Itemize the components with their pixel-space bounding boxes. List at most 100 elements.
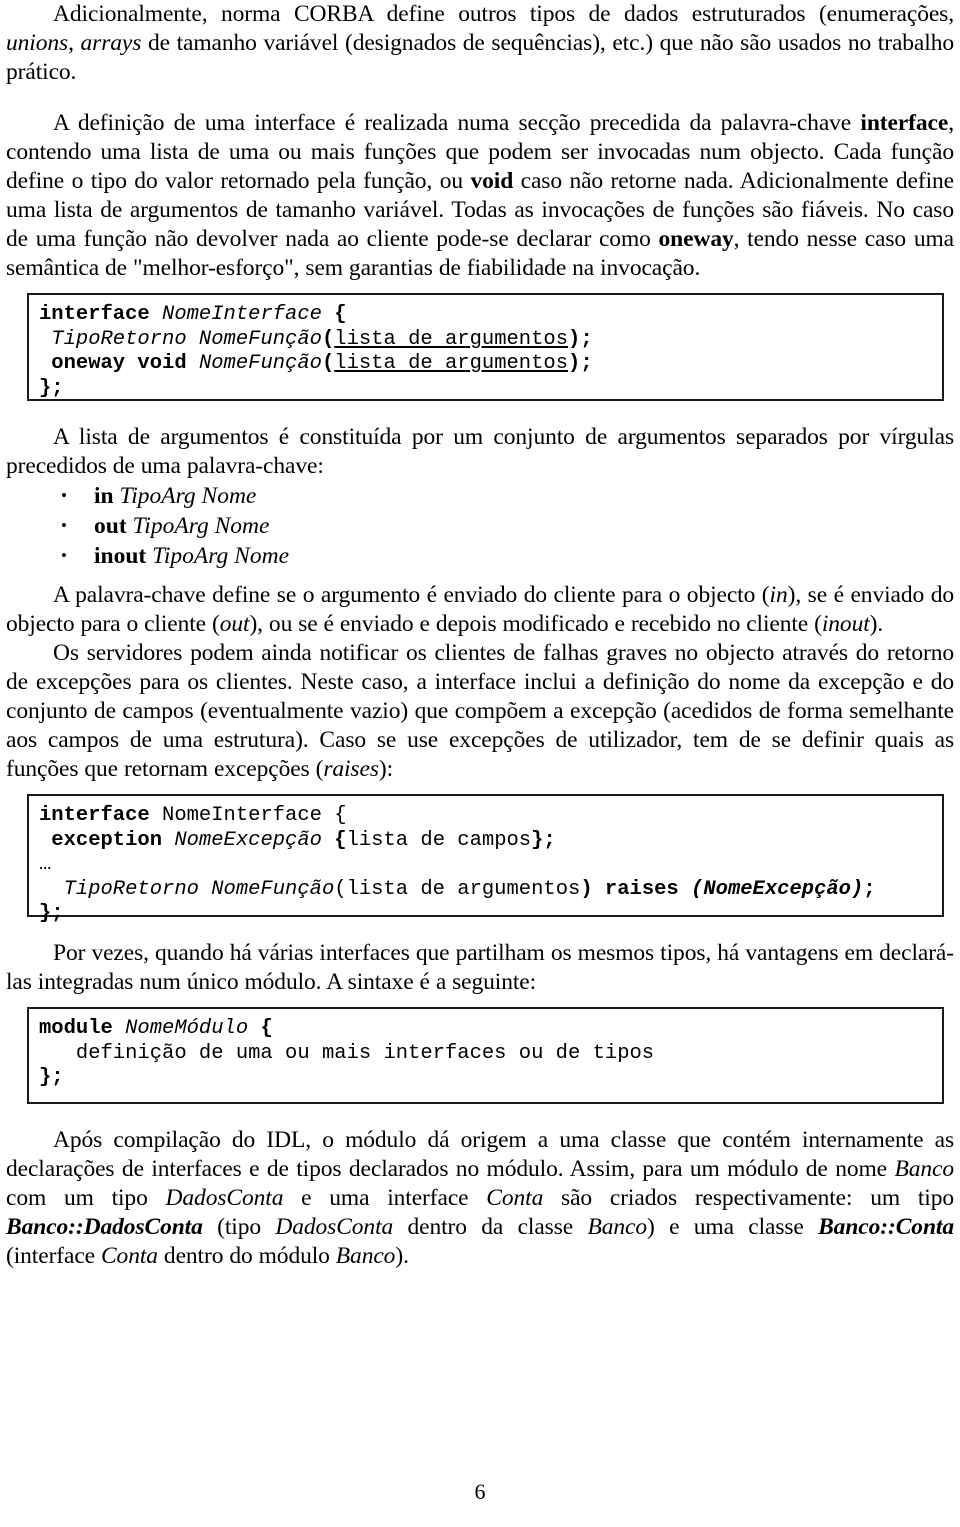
- text-run-italic: unions: [6, 30, 69, 56]
- list-item-keyword: out: [94, 513, 127, 539]
- code-token-paren: );: [568, 327, 593, 351]
- list-item-rest: TipoArg Nome: [126, 513, 270, 539]
- keyword-interface: interface: [860, 110, 949, 136]
- code-line: interface NomeInterface {: [39, 804, 932, 829]
- code-token-placeholder: lista de argumentos: [346, 877, 581, 901]
- bullet-icon: •: [61, 516, 67, 535]
- text-run: de tamanho variável (designados de sequê…: [6, 30, 954, 85]
- code-token-semicolon: ;: [863, 877, 876, 901]
- code-line: exception NomeExcepção {lista de campos}…: [39, 829, 932, 854]
- text-run-italic: Banco: [587, 1214, 647, 1240]
- text-run-italic: DadosConta: [165, 1185, 284, 1211]
- text-run-italic: inout: [821, 611, 870, 637]
- code-token-placeholder: lista de argumentos: [334, 352, 569, 375]
- text-run-italic: out: [219, 611, 250, 637]
- code-line: oneway void NomeFunção(lista de argument…: [39, 352, 932, 377]
- list-item: • in TipoArg Nome: [6, 481, 954, 511]
- code-token-brace: {: [334, 828, 347, 852]
- code-token-placeholder: definição de uma ou mais interfaces ou d…: [39, 1041, 655, 1065]
- text-run-italic: DadosConta: [275, 1214, 394, 1240]
- text-run: ):: [378, 756, 394, 782]
- text-run: ,: [68, 30, 81, 56]
- bullet-icon: •: [61, 486, 67, 505]
- code-token-paren: );: [568, 352, 593, 375]
- list-item-keyword: inout: [94, 543, 147, 569]
- code-token-name: TipoRetorno NomeFunção: [39, 327, 322, 351]
- code-token-brace: };: [531, 828, 556, 852]
- text-run-italic: Conta: [486, 1185, 544, 1211]
- code-token-name: NomeMódulo: [125, 1017, 261, 1040]
- list-item: • inout TipoArg Nome: [6, 541, 954, 571]
- text-run-italic: in: [769, 582, 788, 608]
- text-run: ).: [395, 1243, 409, 1269]
- code-token-brace: {: [334, 303, 347, 326]
- text-run-italic: Conta: [100, 1243, 158, 1269]
- text-run: A palavra-chave define se o argumento é …: [53, 582, 770, 608]
- code-token-keyword: module: [39, 1017, 126, 1040]
- code-block-module: module NomeMódulo { definição de uma ou …: [27, 1007, 944, 1104]
- text-run: A definição de uma interface é realizada…: [53, 110, 861, 136]
- text-run: ), ou se é enviado e depois modificado e…: [249, 611, 822, 637]
- text-run: Após compilação do IDL, o módulo dá orig…: [6, 1127, 954, 1182]
- code-line: module NomeMódulo {: [39, 1017, 932, 1042]
- code-token-paren: (: [321, 327, 335, 351]
- paragraph-argument-list: A lista de argumentos é constituída por …: [6, 423, 954, 481]
- keyword-oneway: oneway: [658, 226, 734, 252]
- code-token-name: NomeFunção: [198, 352, 322, 375]
- code-line: definição de uma ou mais interfaces ou d…: [39, 1042, 932, 1067]
- code-block-interface: interface NomeInterface { TipoRetorno No…: [27, 293, 944, 401]
- text-run-italic: Banco: [335, 1243, 396, 1269]
- text-run: Por vezes, quando há várias interfaces q…: [6, 940, 954, 995]
- text-run: com um tipo: [6, 1185, 166, 1211]
- document-page: Adicionalmente, norma CORBA define outro…: [0, 0, 960, 1527]
- code-token-name: NomeExcepção: [174, 828, 335, 852]
- text-run: ).: [869, 611, 884, 637]
- text-run: A lista de argumentos é constituída por …: [6, 424, 954, 479]
- text-run-italic: Banco: [894, 1156, 954, 1182]
- code-line: TipoRetorno NomeFunção(lista de argument…: [39, 328, 932, 353]
- code-token-name: TipoRetorno NomeFunção: [39, 877, 335, 901]
- paragraph-module-intro: Por vezes, quando há várias interfaces q…: [6, 939, 954, 997]
- page-number: 6: [474, 1479, 486, 1504]
- text-run: são criados respectivamente: um tipo: [543, 1185, 954, 1211]
- code-token-placeholder: lista de argumentos: [334, 327, 569, 351]
- text-run: e uma interface: [283, 1185, 487, 1211]
- text-run: (interface: [6, 1243, 101, 1269]
- code-token-keyword: interface: [39, 303, 163, 326]
- paragraph-interface-definition: A definição de uma interface é realizada…: [6, 109, 954, 283]
- paragraph-keyword-direction: A palavra-chave define se o argumento é …: [6, 581, 954, 639]
- code-token-keyword: oneway void: [39, 352, 199, 375]
- list-item-rest: TipoArg Nome: [113, 483, 257, 509]
- code-token-keyword: interface: [39, 804, 163, 827]
- keyword-bullet-list: • in TipoArg Nome • out TipoArg Nome • inou…: [6, 481, 954, 571]
- text-run: ) e uma classe: [647, 1214, 819, 1240]
- text-run-bold-italic: Banco::Conta: [818, 1214, 954, 1240]
- code-token-keyword: exception: [39, 828, 175, 852]
- code-block-exception: interface NomeInterface { exception Nome…: [27, 794, 944, 925]
- code-token-paren: ): [580, 877, 605, 901]
- code-token-keyword: raises: [604, 877, 692, 901]
- text-run-italic: raises: [323, 756, 379, 782]
- code-line: };: [39, 1066, 932, 1091]
- code-token-brace: };: [39, 902, 64, 925]
- text-run: Os servidores podem ainda notificar os c…: [6, 640, 954, 782]
- list-item: • out TipoArg Nome: [6, 511, 954, 541]
- code-line: };: [39, 377, 932, 402]
- code-token-paren: (: [321, 352, 335, 375]
- paragraph-idl-compilation: Após compilação do IDL, o módulo dá orig…: [6, 1126, 954, 1271]
- code-line: interface NomeInterface {: [39, 303, 932, 328]
- text-run-bold-italic: Banco::DadosConta: [6, 1214, 203, 1240]
- code-token-brace: };: [39, 1066, 64, 1089]
- code-token-placeholder: lista de campos: [346, 828, 532, 852]
- code-token-name: NomeInterface: [162, 303, 335, 326]
- text-run: Adicionalmente, norma CORBA define outro…: [53, 1, 954, 27]
- paragraph-corba-types: Adicionalmente, norma CORBA define outro…: [6, 0, 954, 87]
- list-item-rest: TipoArg Nome: [146, 543, 290, 569]
- text-run: dentro da classe: [393, 1214, 588, 1240]
